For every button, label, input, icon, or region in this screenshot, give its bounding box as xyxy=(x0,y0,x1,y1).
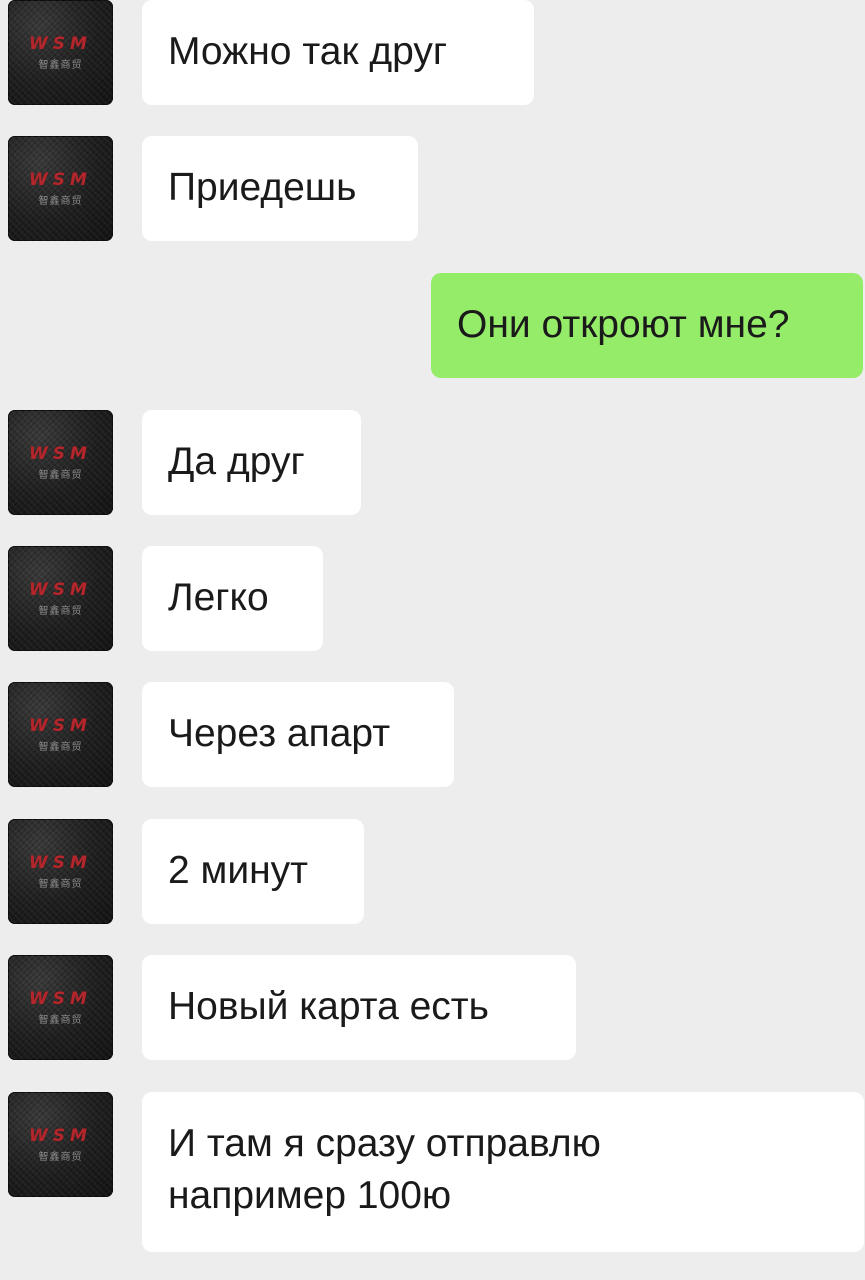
avatar-sub-text: 智鑫商贸 xyxy=(38,1152,83,1163)
message-text: Легко xyxy=(168,576,269,619)
avatar-sub-text: 智鑫商贸 xyxy=(38,60,83,71)
chat-message-list[interactable]: WSM 智鑫商贸 Можно так друг WSM 智鑫商贸 Приедеш… xyxy=(0,0,865,1280)
avatar-logo-text: WSM xyxy=(29,1126,92,1146)
message-text: Да друг xyxy=(168,440,305,483)
message-text: Приедешь xyxy=(168,166,357,209)
contact-avatar[interactable]: WSM 智鑫商贸 xyxy=(8,410,113,515)
message-text: Можно так друг xyxy=(168,30,448,73)
incoming-message-bubble[interactable]: Через апарт xyxy=(142,682,454,787)
outgoing-message-bubble[interactable]: Они откроют мне? xyxy=(431,273,863,378)
contact-avatar[interactable]: WSM 智鑫商贸 xyxy=(8,1092,113,1197)
incoming-message-bubble[interactable]: Приедешь xyxy=(142,136,418,241)
avatar-logo-text: WSM xyxy=(29,853,92,873)
contact-avatar[interactable]: WSM 智鑫商贸 xyxy=(8,546,113,651)
avatar-sub-text: 智鑫商贸 xyxy=(38,879,83,890)
incoming-message-bubble[interactable]: Да друг xyxy=(142,410,361,515)
avatar-sub-text: 智鑫商贸 xyxy=(38,196,83,207)
avatar-sub-text: 智鑫商贸 xyxy=(38,742,83,753)
avatar-sub-text: 智鑫商贸 xyxy=(38,1015,83,1026)
avatar-logo-text: WSM xyxy=(29,34,92,54)
avatar-logo-text: WSM xyxy=(29,989,92,1009)
incoming-message-bubble[interactable]: 2 минут xyxy=(142,819,364,924)
avatar-logo-text: WSM xyxy=(29,716,92,736)
contact-avatar[interactable]: WSM 智鑫商贸 xyxy=(8,682,113,787)
avatar-logo-text: WSM xyxy=(29,580,92,600)
contact-avatar[interactable]: WSM 智鑫商贸 xyxy=(8,819,113,924)
message-text: И там я сразу отправлю например 100ю xyxy=(168,1122,601,1217)
contact-avatar[interactable]: WSM 智鑫商贸 xyxy=(8,136,113,241)
message-text: Новый карта есть xyxy=(168,985,489,1028)
avatar-sub-text: 智鑫商贸 xyxy=(38,470,83,481)
incoming-message-bubble[interactable]: Можно так друг xyxy=(142,0,534,105)
message-text: Они откроют мне? xyxy=(457,303,790,346)
contact-avatar[interactable]: WSM 智鑫商贸 xyxy=(8,0,113,105)
avatar-sub-text: 智鑫商贸 xyxy=(38,606,83,617)
incoming-message-bubble[interactable]: И там я сразу отправлю например 100ю xyxy=(142,1092,864,1252)
contact-avatar[interactable]: WSM 智鑫商贸 xyxy=(8,955,113,1060)
message-text: 2 минут xyxy=(168,849,309,892)
incoming-message-bubble[interactable]: Новый карта есть xyxy=(142,955,576,1060)
avatar-logo-text: WSM xyxy=(29,170,92,190)
message-text: Через апарт xyxy=(168,712,391,755)
incoming-message-bubble[interactable]: Легко xyxy=(142,546,323,651)
avatar-logo-text: WSM xyxy=(29,444,92,464)
